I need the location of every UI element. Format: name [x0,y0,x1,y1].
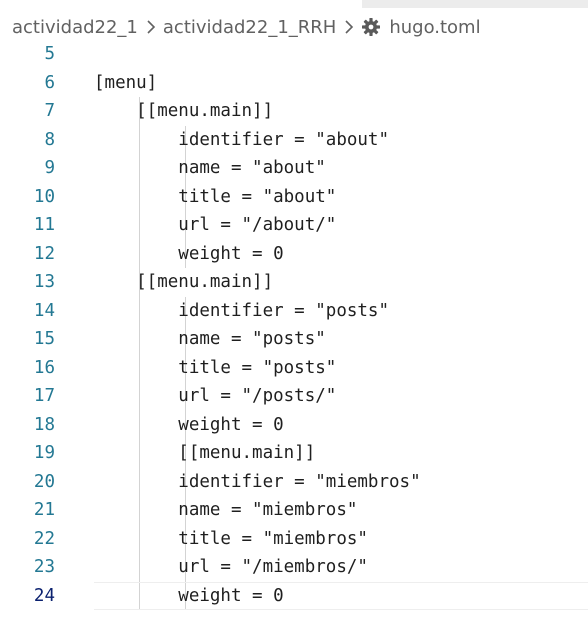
editor-bottom-padding [0,614,588,625]
line-text: name = "posts" [94,329,326,349]
code-line[interactable]: 11 url = "/about/" [0,211,588,240]
inactive-tab-area [362,0,588,8]
code-line[interactable]: 10 title = "about" [0,183,588,212]
line-number: 18 [33,414,55,435]
line-number: 5 [44,44,55,64]
line-number: 20 [33,471,55,492]
line-number: 10 [33,186,55,207]
line-number: 19 [33,443,55,463]
line-text: url = "/posts/" [94,386,337,406]
code-line[interactable]: 23 url = "/miembros/" [0,553,588,582]
line-number: 14 [33,300,55,321]
gear-icon [362,18,381,36]
line-number: 6 [44,72,55,93]
line-text: weight = 0 [94,414,284,435]
line-number-active: 24 [33,585,55,606]
code-line[interactable]: 16 title = "posts" [0,354,588,383]
breadcrumb-file-hugo-toml[interactable]: hugo.toml [389,17,480,38]
line-number: 13 [33,272,55,292]
line-text: weight = 0 [94,243,284,264]
breadcrumb-folder-actividad22-1-rrh[interactable]: actividad22_1_RRH [163,17,336,38]
code-line[interactable]: 9 name = "about" [0,154,588,183]
line-number: 21 [33,500,55,520]
code-line[interactable]: 6 [menu] [0,69,588,98]
line-text: identifier = "about" [94,129,390,150]
line-text: name = "about" [94,158,326,178]
code-line[interactable]: 5 [0,40,588,69]
code-line[interactable]: 12 weight = 0 [0,240,588,269]
line-text: [[menu.main]] [94,101,274,121]
code-line[interactable]: 21 name = "miembros" [0,496,588,525]
line-text: title = "about" [94,186,337,207]
code-editor[interactable]: 5 6 [menu] 7 [[menu.main]] 8 identifier =… [0,40,588,614]
code-line[interactable]: 8 identifier = "about" [0,126,588,155]
line-text: identifier = "miembros" [94,471,421,492]
code-line[interactable]: 22 title = "miembros" [0,525,588,554]
line-text: identifier = "posts" [94,300,390,321]
breadcrumb-folder-actividad22-1[interactable]: actividad22_1 [12,17,138,38]
line-number: 22 [33,528,55,549]
line-text: url = "/miembros/" [94,557,368,577]
line-text: name = "miembros" [94,500,358,520]
line-text: [menu] [94,72,158,93]
code-line[interactable]: 18 weight = 0 [0,411,588,440]
line-text: [[menu.main]] [94,443,316,463]
line-text: title = "miembros" [94,528,368,549]
line-number: 8 [44,129,55,150]
line-number: 15 [33,329,55,349]
code-line[interactable]: 17 url = "/posts/" [0,382,588,411]
line-number: 12 [33,243,55,264]
chevron-right-icon [147,20,156,34]
code-line[interactable]: 13 [[menu.main]] [0,268,588,297]
line-number: 9 [44,158,55,178]
line-text: url = "/about/" [94,215,337,235]
code-line[interactable]: 20 identifier = "miembros" [0,468,588,497]
line-number: 7 [44,101,55,121]
line-number: 16 [33,357,55,378]
line-text: title = "posts" [94,357,337,378]
code-line[interactable]: 14 identifier = "posts" [0,297,588,326]
line-text: weight = 0 [94,585,284,606]
tab-strip [0,0,588,8]
code-line-active[interactable]: 24 weight = 0 [0,582,588,611]
code-line[interactable]: 15 name = "posts" [0,325,588,354]
code-line[interactable]: 19 [[menu.main]] [0,439,588,468]
code-line[interactable]: 7 [[menu.main]] [0,97,588,126]
chevron-right-icon [345,20,354,34]
line-text: [[menu.main]] [94,272,274,292]
line-number: 11 [33,215,55,235]
line-number: 23 [33,557,55,577]
line-number: 17 [33,386,55,406]
